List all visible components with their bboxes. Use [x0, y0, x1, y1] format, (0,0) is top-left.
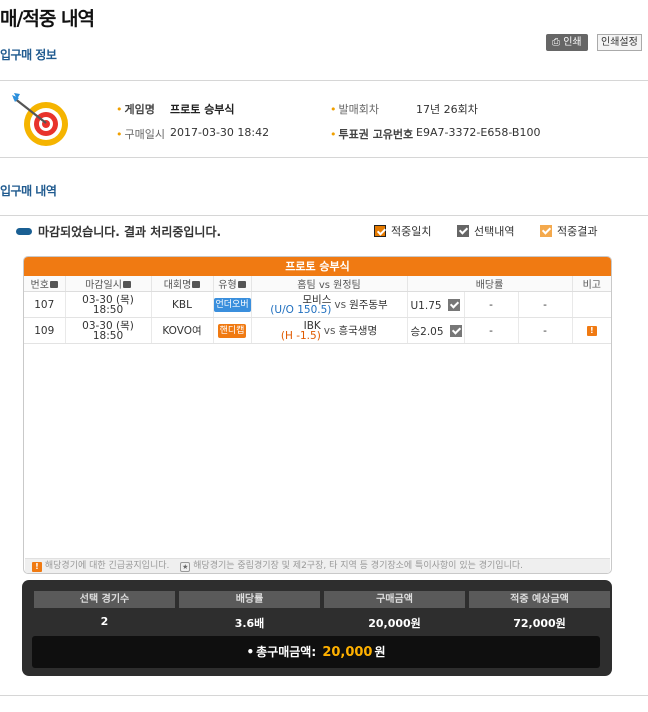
- legend-hit-match: 적중일치: [374, 223, 431, 239]
- divider: [0, 215, 648, 216]
- row-odds-2: -: [464, 317, 519, 344]
- summary-value-amount: 20,000원: [368, 617, 421, 630]
- home-team: 모비스: [302, 293, 332, 306]
- row-number: 107: [24, 291, 66, 318]
- divider: [0, 695, 648, 696]
- table-row: 109 03-30 (목) 18:50 KOVO여 핸디캡 IBK (H -1.5)…: [24, 317, 611, 344]
- sort-icon: [122, 281, 131, 288]
- row-odds-2: -: [464, 291, 519, 318]
- column-header-type[interactable]: 유형: [213, 276, 252, 292]
- summary-label-odds: 배당률: [179, 591, 320, 608]
- round-value: 17년 26회차: [416, 103, 478, 116]
- status-row: 마감되었습니다. 결과 처리중입니다. 적중일치 선택내역 적중결과: [0, 223, 648, 241]
- row-type: 언더오버: [213, 291, 252, 318]
- checkbox-icon: [457, 225, 469, 237]
- total-unit: 원: [374, 645, 386, 659]
- ticket-id-label: 투표권 고유번호: [330, 126, 414, 142]
- column-header-matchup: 홈팀 vs 원정팀: [251, 276, 408, 292]
- row-matchup: 모비스 (U/O 150.5) vs 원주동부: [251, 291, 408, 318]
- star-icon: ★: [180, 562, 191, 572]
- status-text: 마감되었습니다. 결과 처리중입니다.: [38, 225, 222, 239]
- summary-value-odds: 3.6배: [234, 617, 265, 630]
- round-label: 발매회차: [330, 101, 379, 117]
- alert-icon[interactable]: !: [586, 326, 597, 336]
- purchase-info-title: 입구매 정보: [0, 48, 57, 62]
- row-note: !: [572, 317, 611, 344]
- row-odds-pick: U1.75: [407, 291, 465, 318]
- game-name-value: 프로토 승부식: [170, 103, 235, 116]
- summary-value-games: 2: [100, 615, 109, 628]
- print-settings-button[interactable]: 인쇄설정: [597, 34, 642, 51]
- column-header-odds: 배당률: [407, 276, 573, 292]
- legend-selection: 선택내역: [457, 223, 514, 239]
- summary-label-games: 선택 경기수: [34, 591, 175, 608]
- row-odds-pick: 승2.05: [407, 317, 465, 344]
- row-type: 핸디캡: [213, 317, 252, 344]
- type-badge: 언더오버: [213, 297, 251, 312]
- notice-bar: ! 해당경기에 대한 긴급공지입니다. ★ 해당경기는 중립경기장 및 제2구장…: [25, 558, 610, 573]
- column-header-deadline[interactable]: 마감일시: [65, 276, 152, 292]
- alert-icon: !: [32, 562, 42, 572]
- summary-value-expected: 72,000원: [513, 617, 566, 630]
- line-info: (H -1.5): [280, 329, 321, 342]
- divider: [0, 157, 648, 158]
- selected-check-icon: [447, 298, 460, 311]
- row-deadline: 03-30 (목) 18:50: [65, 291, 152, 318]
- sort-icon: [237, 281, 246, 288]
- row-matchup: IBK (H -1.5) vs 흥국생명: [251, 317, 408, 344]
- selected-check-icon: [449, 324, 462, 337]
- print-button[interactable]: ⎙ 인쇄: [546, 34, 588, 51]
- target-icon: [12, 93, 68, 146]
- bets-table: 프로토 승부식 번호 마감일시 대회명 유형 홈팀 vs 원정팀 배당률 비고 …: [23, 256, 612, 574]
- game-name-label: 게임명: [116, 101, 155, 117]
- purchase-datetime-value: 2017-03-30 18:42: [170, 126, 270, 139]
- legend-hit-result: 적중결과: [540, 223, 597, 239]
- sort-icon: [192, 281, 201, 288]
- notice-star-text: 해당경기는 중립경기장 및 제2구장, 타 지역 등 경기장소에 특이사항이 있…: [193, 561, 523, 571]
- row-league: KOVO여: [151, 317, 214, 344]
- away-team: 흥국생명: [338, 324, 378, 337]
- ticket-id-value: E9A7-3372-E658-B100: [416, 126, 541, 139]
- column-header-note: 비고: [572, 276, 611, 292]
- checkbox-icon: [540, 225, 552, 237]
- total-amount: 20,000: [322, 645, 373, 660]
- row-league: KBL: [151, 291, 214, 318]
- page-title: 매/적중 내역: [0, 8, 95, 30]
- row-odds-3: -: [518, 317, 573, 344]
- summary-label-expected: 적중 예상금액: [469, 591, 610, 608]
- print-button-label: 인쇄: [563, 37, 582, 48]
- checkbox-icon: [374, 225, 386, 237]
- row-number: 109: [24, 317, 66, 344]
- status-indicator-icon: [16, 228, 32, 235]
- column-header-league[interactable]: 대회명: [151, 276, 214, 292]
- total-amount-bar: • 총구매금액: 20,000 원: [32, 636, 600, 668]
- purchase-datetime-label: 구매일시: [116, 126, 165, 142]
- row-deadline: 03-30 (목) 18:50: [65, 317, 152, 344]
- printer-icon: ⎙: [552, 37, 560, 48]
- purchase-summary: 선택 경기수 배당률 구매금액 적중 예상금액 2 3.6배 20,000원 7…: [22, 580, 612, 676]
- row-odds-3: -: [518, 291, 573, 318]
- away-team: 원주동부: [349, 298, 388, 311]
- purchase-details-title: 입구매 내역: [0, 184, 57, 198]
- column-header-number[interactable]: 번호: [24, 276, 66, 292]
- notice-alert-text: 해당경기에 대한 긴급공지입니다.: [44, 561, 170, 571]
- line-info: (U/O 150.5): [270, 303, 332, 316]
- sort-icon: [49, 281, 58, 288]
- summary-label-amount: 구매금액: [324, 591, 465, 608]
- home-team: IBK: [303, 319, 321, 332]
- total-label: 총구매금액:: [256, 645, 317, 659]
- divider: [0, 80, 648, 81]
- table-game-title: 프로토 승부식: [24, 257, 611, 276]
- table-row: 107 03-30 (목) 18:50 KBL 언더오버 모비스 (U/O 150.…: [24, 291, 611, 318]
- type-badge: 핸디캡: [217, 323, 247, 338]
- row-note: [572, 291, 611, 318]
